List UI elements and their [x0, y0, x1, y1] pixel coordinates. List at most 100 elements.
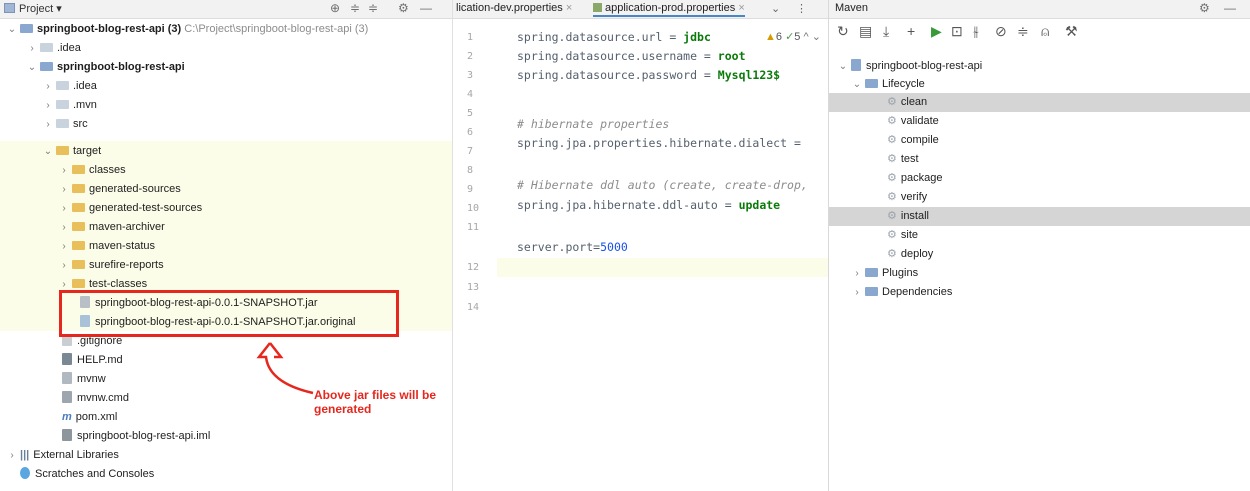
tree-row-root[interactable]: ⌄ springboot-blog-rest-api (3) C:\Project…	[6, 20, 369, 39]
next-highlight-icon[interactable]: ⌄	[812, 31, 821, 43]
tree-row-surefire-reports[interactable]: › surefire-reports	[58, 256, 163, 275]
plugins-folder-icon	[865, 268, 878, 277]
lifecycle-row[interactable]: ⌄ Lifecycle	[851, 75, 925, 94]
locate-icon[interactable]: ⊕	[330, 1, 340, 15]
annotation-text: Above jar files will be generated	[314, 388, 437, 416]
download-icon[interactable]: ⤓	[883, 23, 889, 40]
tree-row-pom-xml[interactable]: m pom.xml	[60, 408, 117, 427]
goal-verify[interactable]: ⚙ verify	[887, 188, 927, 207]
libraries-icon: |||	[20, 449, 30, 461]
skip-tests-icon[interactable]: ⊘	[995, 23, 1007, 40]
module-folder-icon	[40, 62, 53, 71]
inspection-widget[interactable]: ▲6 ✓5 ^ ⌄	[765, 30, 821, 43]
folder-icon	[56, 100, 69, 109]
folder-icon	[56, 119, 69, 128]
code-line[interactable]: spring.jpa.properties.hibernate.dialect …	[517, 136, 801, 150]
maven-title: Maven	[835, 2, 869, 14]
tree-row-iml[interactable]: springboot-blog-rest-api.iml	[60, 427, 210, 446]
project-view-selector[interactable]: Project ▾	[4, 2, 62, 15]
goal-test[interactable]: ⚙ test	[887, 150, 919, 169]
chevron-right-icon: ›	[62, 222, 66, 233]
folder-icon	[72, 260, 85, 269]
collapse-icon[interactable]: ≑	[1017, 23, 1029, 40]
folder-icon	[56, 81, 69, 90]
settings-gear-icon[interactable]: ⚙	[398, 1, 409, 15]
goal-package[interactable]: ⚙ package	[887, 169, 942, 188]
tree-row-mvn[interactable]: › .mvn	[42, 96, 97, 115]
collapse-all-icon[interactable]: ≑	[368, 1, 378, 15]
reload-icon[interactable]: ↻	[837, 23, 849, 40]
gear-icon: ⚙	[887, 191, 897, 203]
hide-panel-icon[interactable]: —	[1224, 1, 1236, 15]
tree-row-generated-test-sources[interactable]: › generated-test-sources	[58, 199, 202, 218]
dependencies-diagram-icon[interactable]: ⍝	[1041, 23, 1049, 40]
tree-row-external-libraries[interactable]: › ||| External Libraries	[6, 446, 119, 465]
tree-row-generated-sources[interactable]: › generated-sources	[58, 180, 180, 199]
maven-panel: Maven ⚙ — ↻ ▤ ⤓ + ▶ ⊡ ⫳ ⊘ ≑ ⍝ ⚒ ⌄ springb…	[828, 0, 1250, 491]
line-number: 4	[467, 89, 474, 100]
toggle-offline-icon[interactable]: ⫳	[973, 23, 979, 40]
add-icon[interactable]: +	[907, 23, 915, 39]
tree-row-target[interactable]: ⌄ target	[42, 142, 101, 161]
cmd-file-icon	[62, 391, 72, 403]
tab-application-prod[interactable]: application-prod.properties ×	[593, 2, 745, 17]
chevron-down-icon: ⌄	[838, 61, 848, 72]
goal-deploy[interactable]: ⚙ deploy	[887, 245, 933, 264]
line-number: 3	[467, 70, 474, 81]
expand-all-icon[interactable]: ≑	[350, 1, 360, 15]
dependencies-row[interactable]: › Dependencies	[851, 283, 952, 302]
lifecycle-folder-icon	[865, 79, 878, 88]
wrench-icon[interactable]: ⚒	[1065, 23, 1078, 40]
tree-row-help-md[interactable]: HELP.md	[60, 351, 123, 370]
settings-gear-icon[interactable]: ⚙	[1199, 1, 1210, 15]
script-file-icon	[62, 372, 72, 384]
run-icon[interactable]: ▶	[931, 23, 942, 40]
tree-row-src[interactable]: › src	[42, 115, 87, 134]
execute-goal-icon[interactable]: ⊡	[951, 23, 963, 40]
scratches-icon	[20, 467, 30, 479]
goal-site[interactable]: ⚙ site	[887, 226, 918, 245]
gear-icon: ⚙	[887, 134, 897, 146]
close-icon[interactable]: ×	[738, 2, 744, 14]
tree-row-module[interactable]: ⌄ springboot-blog-rest-api	[26, 58, 185, 77]
add-project-icon[interactable]: ▤	[859, 23, 872, 40]
tab-application-dev[interactable]: lication-dev.properties ×	[456, 2, 572, 14]
code-line[interactable]: spring.jpa.hibernate.ddl-auto = update	[517, 198, 780, 212]
code-line[interactable]: spring.datasource.username = root	[517, 49, 746, 63]
project-panel: Project ▾ ⊕ ≑ ≑ ⚙ — ⌄ springboot-blog-res…	[0, 0, 452, 491]
maven-header: Maven ⚙ —	[829, 0, 1250, 19]
more-options-icon[interactable]: ⋮	[796, 2, 807, 15]
chevron-down-icon: ⌄	[7, 24, 17, 35]
tree-row-scratches[interactable]: Scratches and Consoles	[18, 465, 154, 484]
tree-row-maven-archiver[interactable]: › maven-archiver	[58, 218, 164, 237]
goal-clean[interactable]: ⚙ clean	[887, 93, 927, 112]
goal-validate[interactable]: ⚙ validate	[887, 112, 939, 131]
goal-install[interactable]: ⚙ install	[887, 207, 929, 226]
tree-row-maven-status[interactable]: › maven-status	[58, 237, 155, 256]
line-number: 13	[467, 282, 480, 293]
tree-row-classes[interactable]: › classes	[58, 161, 125, 180]
maven-project-row[interactable]: ⌄ springboot-blog-rest-api	[837, 57, 982, 76]
code-line[interactable]: server.port=5000	[517, 240, 628, 254]
tree-row-module-idea[interactable]: › .idea	[42, 77, 97, 96]
code-comment[interactable]: # Hibernate ddl auto (create, create-dro…	[517, 178, 808, 192]
jar-files-callout-box	[59, 290, 399, 337]
tabs-dropdown-icon[interactable]: ⌄	[771, 2, 780, 15]
line-number: 10	[467, 203, 480, 214]
tree-row-idea[interactable]: › .idea	[26, 39, 81, 58]
tree-row-mvnw[interactable]: mvnw	[60, 370, 106, 389]
code-line[interactable]: spring.datasource.url = jdbc	[517, 30, 711, 44]
folder-icon	[72, 203, 85, 212]
chevron-right-icon: ›	[855, 268, 859, 279]
prev-highlight-icon[interactable]: ^	[803, 31, 808, 43]
plugins-row[interactable]: › Plugins	[851, 264, 918, 283]
hide-panel-icon[interactable]: —	[420, 1, 432, 15]
line-number: 2	[467, 51, 474, 62]
goal-compile[interactable]: ⚙ compile	[887, 131, 939, 150]
code-comment[interactable]: # hibernate properties	[517, 117, 669, 131]
tree-row-mvnw-cmd[interactable]: mvnw.cmd	[60, 389, 129, 408]
line-number: 8	[467, 165, 474, 176]
close-icon[interactable]: ×	[566, 2, 572, 14]
editor-panel: lication-dev.properties × application-pr…	[452, 0, 829, 491]
code-line[interactable]: spring.datasource.password = Mysql123$	[517, 68, 780, 82]
